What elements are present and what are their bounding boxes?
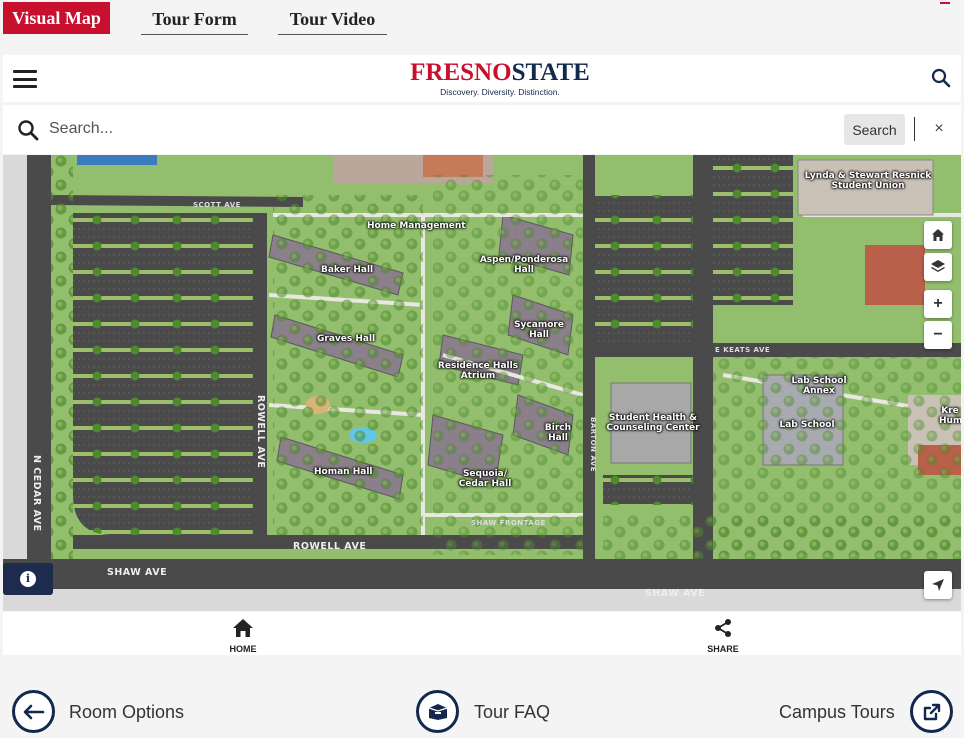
label-homan-hall[interactable]: Homan Hall [314,467,372,477]
tour-faq-button[interactable] [416,690,459,733]
logo-fresno-text: FRESNO [410,59,512,86]
share-icon [715,619,731,637]
label-birch-hall[interactable]: Birch Hall [543,423,573,443]
fresno-state-logo: FRESNOSTATE Discovery. Diversity. Distin… [407,60,593,100]
info-button[interactable]: i [3,563,53,595]
locate-button[interactable] [924,571,952,599]
search-icon [18,120,39,141]
label-kre-hum[interactable]: Kre Hum [939,406,961,426]
tab-visual-map[interactable]: Visual Map [3,2,110,34]
zoom-in-button[interactable]: + [924,290,952,318]
home-icon [932,229,944,241]
label-graves-hall[interactable]: Graves Hall [317,334,375,344]
tab-tour-form[interactable]: Tour Form [141,4,248,35]
search-divider [914,117,915,141]
label-student-health-counseling-center[interactable]: Student Health & Counseling Center [603,413,703,433]
clear-search-icon[interactable]: × [931,119,947,139]
home-label: HOME [229,644,257,654]
campus-map[interactable]: SCOTT AVE N CEDAR AVE ROWELL AVE ROWELL … [3,155,961,611]
street-shaw-ave-right: SHAW AVE [645,588,706,599]
search-button[interactable]: Search [844,114,905,145]
external-link-icon [923,703,940,720]
room-options-link[interactable]: Room Options [69,702,184,723]
campus-tours-button[interactable] [910,690,953,733]
home-icon [233,619,253,637]
tour-faq-link[interactable]: Tour FAQ [474,702,550,723]
label-sequoia-cedar-hall[interactable]: Sequoia/ Cedar Hall [457,469,513,489]
layers-icon [931,260,945,272]
street-shaw-ave-left: SHAW AVE [107,567,168,578]
menu-icon[interactable] [13,70,37,88]
label-student-union[interactable]: Lynda & Stewart Resnick Student Union [801,171,935,191]
bottom-nav: HOME SHARE [3,612,961,655]
arrow-left-icon [23,704,44,719]
street-barton-ave: BARTON AVE [589,417,597,472]
street-shaw-frontage: SHAW FRONTAGE [471,519,546,527]
map-home-button[interactable] [924,221,952,249]
open-box-icon [428,703,447,720]
search-icon[interactable] [931,68,951,88]
street-rowell-ave-vertical: ROWELL AVE [255,395,266,469]
share-nav-button[interactable]: SHARE [693,618,753,654]
search-bar: Search × [3,105,961,154]
logo-tagline: Discovery. Diversity. Distinction. [440,87,560,97]
label-baker-hall[interactable]: Baker Hall [321,265,373,275]
footer-links: Room Options Tour FAQ Campus Tours [0,660,964,738]
info-icon: i [20,571,36,587]
street-n-cedar-ave: N CEDAR AVE [31,455,42,532]
street-rowell-ave: ROWELL AVE [293,541,367,552]
label-residence-halls-atrium[interactable]: Residence Halls Atrium [435,361,521,381]
tab-tour-video[interactable]: Tour Video [278,4,387,35]
share-label: SHARE [707,644,739,654]
corner-marker [940,0,950,4]
home-nav-button[interactable]: HOME [213,618,273,654]
label-home-management[interactable]: Home Management [367,221,466,231]
map-header: FRESNOSTATE Discovery. Diversity. Distin… [3,55,961,102]
street-e-keats-ave: E KEATS AVE [715,346,771,354]
tab-bar: Visual Map Tour Form Tour Video [0,0,964,50]
label-lab-school[interactable]: Lab School [775,420,839,430]
label-sycamore-hall[interactable]: Sycamore Hall [513,320,565,340]
street-scott-ave: SCOTT AVE [193,201,241,209]
logo-state-text: STATE [511,59,590,86]
zoom-out-button[interactable]: − [924,321,952,349]
map-layers-button[interactable] [924,253,952,281]
label-lab-school-annex[interactable]: Lab School Annex [789,376,849,396]
navigation-arrow-icon [932,579,944,591]
search-input[interactable] [49,115,819,143]
label-aspen-ponderosa-hall[interactable]: Aspen/Ponderosa Hall [477,255,571,275]
room-options-button[interactable] [12,690,55,733]
campus-tours-link[interactable]: Campus Tours [779,702,895,723]
